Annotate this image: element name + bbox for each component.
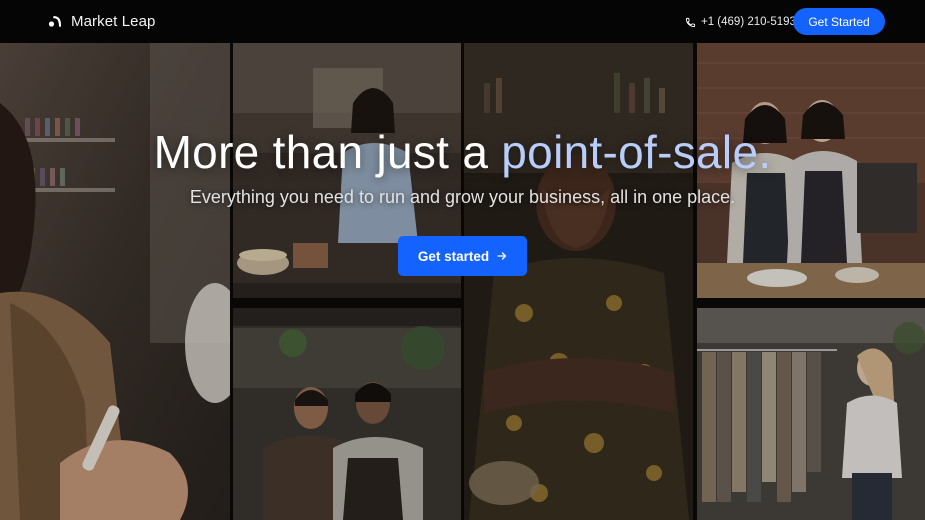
headline-lead-text: More than just a (153, 126, 502, 178)
headline-accent-text: point-of-sale. (501, 126, 772, 178)
hero-cta-label: Get started (417, 248, 490, 264)
top-navbar: Market Leap +1 (469) 210-5193 Get Starte… (0, 0, 925, 43)
get-started-nav-button[interactable]: Get Started (793, 8, 885, 35)
hero-section (0, 43, 925, 520)
hero-subheadline: Everything you need to run and grow your… (189, 187, 736, 207)
cafe-owners-photo (233, 308, 461, 520)
brand-name: Market Leap (71, 12, 156, 30)
hero-headline: More than just a point-of-sale. (0, 125, 925, 179)
get-started-hero-button[interactable]: Get started (398, 236, 527, 276)
nail-salon-photo (0, 43, 230, 520)
shop-owner-arms-crossed-photo (464, 43, 693, 520)
arrow-right-icon (497, 252, 507, 260)
clothing-boutique-photo (697, 308, 925, 520)
brand-link[interactable]: Market Leap (48, 11, 155, 31)
phone-link[interactable]: +1 (469) 210-5193 (685, 14, 796, 30)
phone-icon (685, 17, 696, 27)
market-leap-logo-icon (48, 15, 61, 27)
phone-number: +1 (469) 210-5193 (701, 16, 796, 28)
